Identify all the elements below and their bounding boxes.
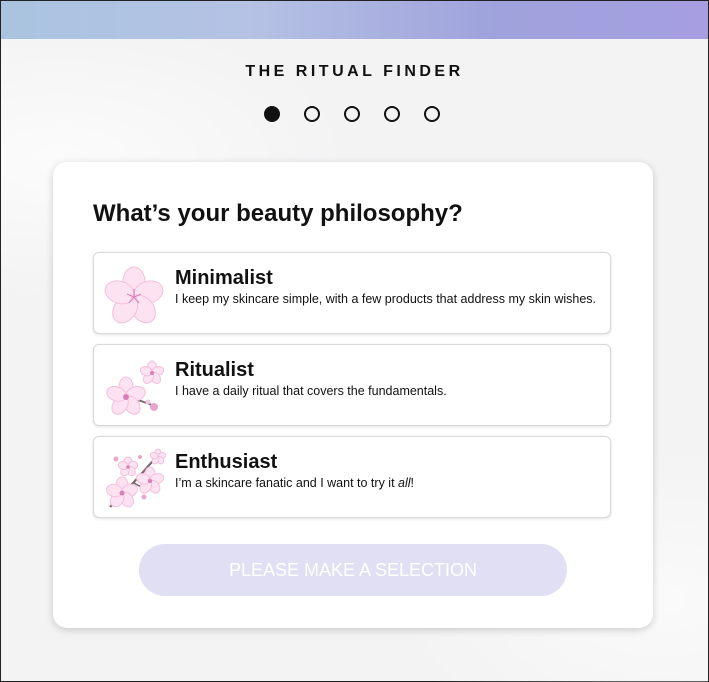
option-minimalist[interactable]: Minimalist I keep my skincare simple, wi… xyxy=(93,252,611,334)
description-text: I’m a skincare fanatic and I want to try… xyxy=(175,476,399,490)
step-progress xyxy=(264,106,440,122)
page-title: THE RITUAL FINDER xyxy=(245,63,464,80)
question-heading: What’s your beauty philosophy? xyxy=(93,200,463,227)
option-description: I keep my skincare simple, with a few pr… xyxy=(175,292,596,306)
step-dot-5 xyxy=(424,106,440,122)
step-dot-1 xyxy=(264,106,280,122)
step-dot-4 xyxy=(384,106,400,122)
single-blossom-icon xyxy=(104,266,164,324)
submit-button[interactable]: PLEASE MAKE A SELECTION xyxy=(139,544,567,596)
option-title: Minimalist xyxy=(175,267,273,289)
blossom-branch-icon xyxy=(106,448,167,508)
step-dot-2 xyxy=(304,106,320,122)
option-ritualist[interactable]: Ritualist I have a daily ritual that cov… xyxy=(93,344,611,426)
step-dot-3 xyxy=(344,106,360,122)
blossom-pair-icon xyxy=(106,360,165,415)
top-gradient-bar xyxy=(1,1,708,39)
option-title: Ritualist xyxy=(175,359,254,381)
option-description: I have a daily ritual that covers the fu… xyxy=(175,384,447,398)
quiz-card: What’s your beauty philosophy? Minimalis… xyxy=(53,162,653,628)
option-title: Enthusiast xyxy=(175,451,278,473)
description-emphasis: all xyxy=(398,476,411,490)
option-enthusiast[interactable]: Enthusiast I’m a skincare fanatic and I … xyxy=(93,436,611,518)
option-description: I’m a skincare fanatic and I want to try… xyxy=(175,476,605,491)
description-end: ! xyxy=(410,476,415,490)
